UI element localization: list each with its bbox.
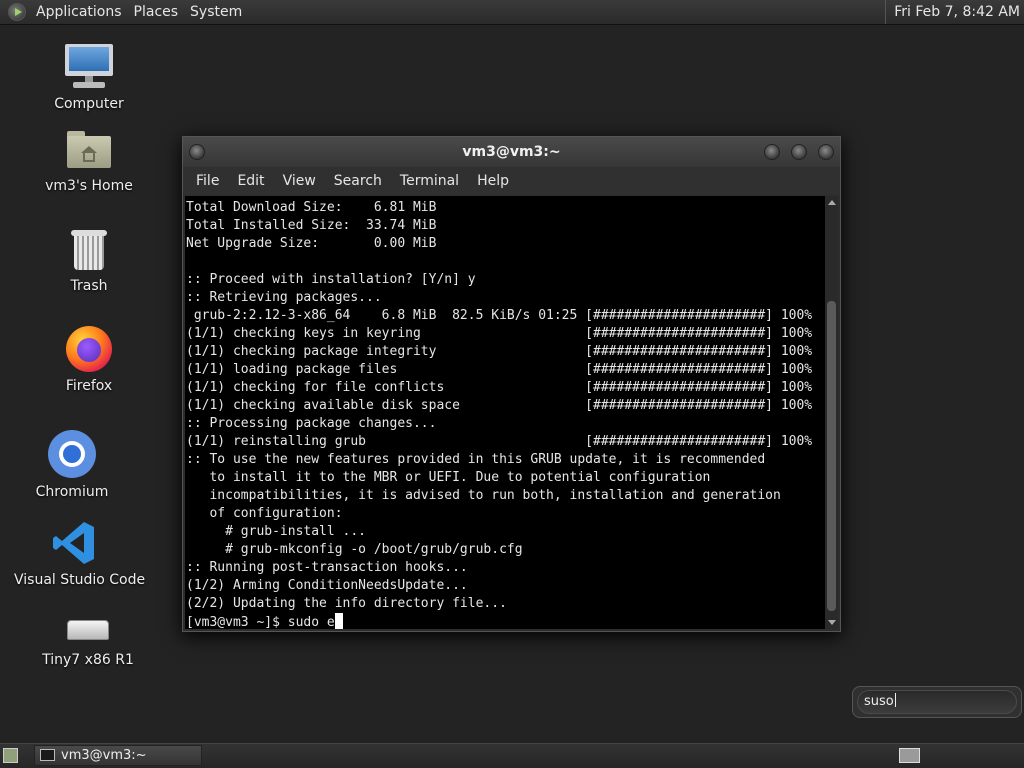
terminal-line: :: To use the new features provided in t… — [186, 452, 766, 467]
terminal-titlebar[interactable]: vm3@vm3:~ — [183, 137, 840, 167]
desktop-icon-home[interactable]: vm3's Home — [42, 128, 136, 194]
terminal-line: (1/1) reinstalling grub [###############… — [186, 434, 813, 449]
terminal-line: # grub-mkconfig -o /boot/grub/grub.cfg — [186, 542, 523, 557]
computer-icon — [65, 44, 113, 90]
menu-places[interactable]: Places — [128, 4, 185, 20]
clock[interactable]: Fri Feb 7, 8:42 AM — [885, 0, 1024, 24]
firefox-icon — [66, 326, 112, 372]
desktop-icon-chromium[interactable]: Chromium — [31, 430, 113, 500]
terminal-line: incompatibilities, it is advised to run … — [186, 488, 781, 503]
terminal-prompt: [vm3@vm3 ~]$ sudo e — [186, 615, 335, 629]
quick-input-text: suso — [864, 694, 894, 709]
terminal-line: (1/1) checking for file conflicts [#####… — [186, 380, 813, 395]
quick-input-field[interactable]: suso — [857, 690, 1017, 714]
maximize-icon[interactable] — [791, 144, 807, 160]
terminal-line: grub-2:2.12-3-x86_64 6.8 MiB 82.5 KiB/s … — [186, 308, 813, 323]
scroll-up-icon[interactable] — [828, 200, 836, 205]
desktop-icon-computer[interactable]: Computer — [48, 44, 130, 112]
terminal-line: :: Proceed with installation? [Y/n] y — [186, 272, 476, 287]
terminal-menubar: File Edit View Search Terminal Help — [183, 167, 840, 195]
terminal-output[interactable]: Total Download Size: 6.81 MiB Total Inst… — [185, 196, 825, 629]
scroll-down-icon[interactable] — [828, 620, 836, 625]
terminal-line: Net Upgrade Size: 0.00 MiB — [186, 236, 437, 251]
terminal-line: to install it to the MBR or UEFI. Due to… — [186, 470, 711, 485]
top-panel: Applications Places System Fri Feb 7, 8:… — [0, 0, 1024, 25]
taskbar-label: vm3@vm3:~ — [61, 748, 147, 763]
show-desktop-icon[interactable] — [3, 748, 18, 763]
terminal-window: vm3@vm3:~ File Edit View Search Terminal… — [182, 136, 841, 632]
terminal-line: (1/1) checking package integrity [######… — [186, 344, 813, 359]
minimize-icon[interactable] — [764, 144, 780, 160]
menu-edit[interactable]: Edit — [228, 173, 273, 189]
taskbar-button-terminal[interactable]: vm3@vm3:~ — [34, 745, 202, 766]
menu-applications[interactable]: Applications — [30, 4, 128, 20]
drive-icon — [65, 614, 111, 646]
terminal-prompt-line[interactable]: [vm3@vm3 ~]$ sudo e — [186, 613, 825, 629]
chromium-icon — [48, 430, 96, 478]
close-icon[interactable] — [818, 144, 834, 160]
window-title: vm3@vm3:~ — [462, 144, 561, 160]
terminal-line: :: Retrieving packages... — [186, 290, 382, 305]
terminal-line: of configuration: — [186, 506, 343, 521]
workspace-switcher[interactable] — [899, 748, 920, 763]
terminal-line: :: Processing package changes... — [186, 416, 437, 431]
scrollbar-thumb[interactable] — [827, 301, 836, 611]
desktop-icon-vscode[interactable]: Visual Studio Code — [14, 520, 145, 588]
terminal-line: (1/1) checking available disk space [###… — [186, 398, 813, 413]
bottom-panel: vm3@vm3:~ — [0, 743, 1024, 768]
desktop-icon-trash[interactable]: Trash — [48, 228, 130, 294]
menu-terminal[interactable]: Terminal — [391, 173, 468, 189]
terminal-line: (1/1) checking keys in keyring [########… — [186, 326, 813, 341]
menu-file[interactable]: File — [187, 173, 228, 189]
terminal-line: (1/1) loading package files [###########… — [186, 362, 813, 377]
vscode-icon — [52, 520, 96, 566]
terminal-scrollbar[interactable] — [825, 196, 838, 629]
desktop-icon-firefox[interactable]: Firefox — [48, 326, 130, 394]
menu-search[interactable]: Search — [325, 173, 391, 189]
terminal-line: :: Running post-transaction hooks... — [186, 560, 468, 575]
terminal-line: (1/2) Arming ConditionNeedsUpdate... — [186, 578, 468, 593]
trash-icon — [71, 228, 107, 272]
terminal-line: (2/2) Updating the info directory file..… — [186, 596, 507, 611]
window-menu-icon[interactable] — [189, 144, 205, 160]
menu-view[interactable]: View — [274, 173, 325, 189]
menu-system[interactable]: System — [184, 4, 248, 20]
home-folder-icon — [67, 128, 111, 172]
distro-logo-icon[interactable] — [8, 3, 26, 21]
input-caret — [894, 693, 896, 707]
terminal-icon — [40, 749, 55, 761]
desktop-icon-drive[interactable]: Tiny7 x86 R1 — [38, 614, 138, 668]
terminal-line: Total Download Size: 6.81 MiB — [186, 200, 437, 215]
menu-help[interactable]: Help — [468, 173, 518, 189]
quick-input-panel: suso — [852, 686, 1022, 718]
text-cursor — [334, 613, 343, 629]
terminal-line: # grub-install ... — [186, 524, 367, 539]
terminal-line: Total Installed Size: 33.74 MiB — [186, 218, 437, 233]
